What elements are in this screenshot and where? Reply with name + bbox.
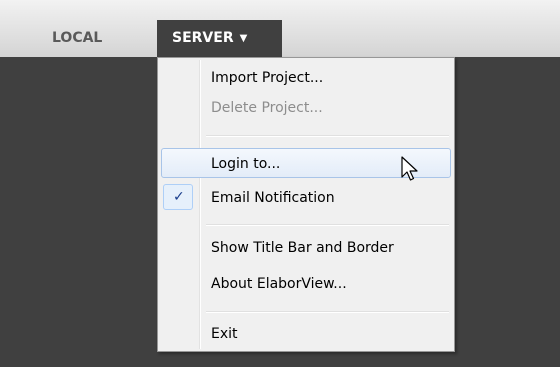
menu-item-label: About ElaborView...	[211, 276, 347, 292]
menu-item-label: Email Notification	[211, 190, 335, 206]
menu-server-label: SERVER	[172, 30, 234, 46]
bottom-strip	[0, 367, 560, 385]
server-dropdown-menu: Import Project... Delete Project... Logi…	[157, 57, 455, 352]
checkmark-box: ✓	[163, 184, 193, 210]
menu-item-about[interactable]: About ElaborView...	[161, 269, 451, 299]
menu-local-label: LOCAL	[52, 30, 103, 46]
menu-server[interactable]: SERVER ▼	[157, 20, 282, 57]
menu-item-label: Show Title Bar and Border	[211, 240, 394, 256]
menu-item-exit[interactable]: Exit	[161, 319, 451, 349]
arrow-pointer-icon	[401, 156, 418, 181]
menu-local[interactable]: LOCAL	[52, 20, 102, 57]
menu-item-import-project[interactable]: Import Project...	[161, 63, 451, 93]
menu-item-delete-project[interactable]: Delete Project...	[161, 93, 451, 123]
checkmark-icon: ✓	[173, 189, 185, 205]
menu-separator	[206, 224, 449, 226]
menu-item-label: Login to...	[211, 156, 281, 172]
menu-item-label: Delete Project...	[211, 100, 323, 116]
menu-separator	[206, 311, 449, 313]
chevron-down-icon: ▼	[239, 33, 248, 44]
menu-separator	[206, 135, 449, 137]
menu-item-show-title-bar[interactable]: Show Title Bar and Border	[161, 233, 451, 263]
menu-item-email-notification[interactable]: ✓ Email Notification	[161, 183, 451, 213]
menu-item-label: Import Project...	[211, 70, 324, 86]
menu-item-label: Exit	[211, 326, 238, 342]
menu-bar: LOCAL SERVER ▼	[0, 0, 560, 57]
